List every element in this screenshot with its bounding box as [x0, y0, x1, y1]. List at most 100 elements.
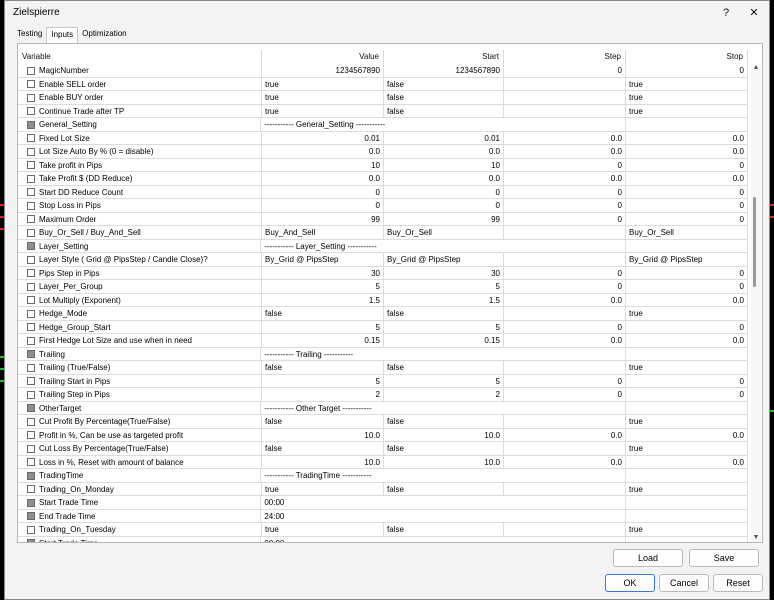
stop-cell[interactable] [626, 347, 748, 361]
table-row[interactable]: Trailing Step in Pips 2 2 0 0 [18, 388, 748, 402]
tab-testing[interactable]: Testing [13, 27, 46, 43]
start-cell[interactable]: false [384, 482, 504, 496]
stop-cell[interactable]: true [626, 91, 748, 104]
value-cell[interactable]: 0.0 [262, 145, 384, 158]
step-cell[interactable]: 0.0 [504, 131, 626, 145]
optimize-checkbox[interactable] [27, 309, 35, 318]
stop-cell[interactable]: true [626, 523, 748, 536]
step-cell[interactable]: 0 [504, 388, 626, 401]
table-row[interactable]: Loss in %, Reset with amount of balance 1… [18, 455, 748, 469]
value-cell[interactable]: 1234567890 [262, 64, 384, 77]
start-cell[interactable]: 1.5 [384, 293, 504, 307]
start-cell[interactable]: 0.01 [384, 131, 504, 145]
stop-cell[interactable] [626, 118, 748, 131]
start-cell[interactable]: 0.0 [384, 172, 504, 185]
value-cell[interactable]: By_Grid @ PipsStep [262, 253, 384, 266]
start-cell[interactable]: false [384, 91, 504, 104]
optimize-checkbox[interactable] [27, 512, 35, 520]
optimize-checkbox[interactable] [27, 107, 35, 115]
value-cell[interactable]: 10.0 [262, 455, 384, 469]
step-cell[interactable] [504, 442, 626, 455]
stop-cell[interactable] [626, 239, 748, 253]
optimize-checkbox[interactable] [27, 215, 35, 223]
table-row[interactable]: Enable SELL order true false true [18, 77, 748, 91]
stop-cell[interactable]: true [626, 442, 748, 455]
optimize-checkbox[interactable] [27, 377, 35, 385]
start-cell[interactable]: false [384, 415, 504, 428]
stop-cell[interactable]: By_Grid @ PipsStep [626, 253, 748, 266]
start-cell[interactable]: false [384, 77, 504, 91]
optimize-checkbox[interactable] [27, 147, 35, 156]
table-row[interactable]: Start Trade Time 00:00 [18, 496, 748, 510]
start-cell[interactable]: false [384, 523, 504, 536]
column-header-stop[interactable]: Stop [626, 50, 748, 64]
table-row[interactable]: Trading_On_Monday true false true [18, 482, 748, 496]
table-row[interactable]: TradingTime ----------- TradingTime -----… [18, 469, 748, 483]
start-cell[interactable]: By_Grid @ PipsStep [384, 253, 504, 266]
column-header-step[interactable]: Step [504, 50, 626, 64]
value-cell[interactable]: 10 [262, 158, 384, 172]
value-cell[interactable]: 2 [262, 388, 384, 401]
step-cell[interactable]: 0 [504, 185, 626, 199]
stop-cell[interactable] [626, 401, 748, 415]
stop-cell[interactable]: 0.0 [626, 145, 748, 158]
help-button[interactable]: ? [715, 4, 737, 22]
scrollbar-thumb[interactable] [753, 197, 756, 287]
table-row[interactable]: Trailing (True/False) false false true [18, 361, 748, 375]
table-row[interactable]: Stop Loss in Pips 0 0 0 0 [18, 199, 748, 213]
start-cell[interactable]: false [384, 442, 504, 455]
column-header-variable[interactable]: Variable [18, 50, 262, 64]
stop-cell[interactable] [626, 496, 748, 509]
step-cell[interactable]: 0 [504, 199, 626, 212]
cancel-button[interactable]: Cancel [659, 574, 709, 592]
step-cell[interactable] [504, 415, 626, 428]
optimize-checkbox[interactable] [27, 282, 35, 291]
optimize-checkbox[interactable] [27, 323, 35, 331]
step-cell[interactable] [504, 104, 626, 118]
table-row[interactable]: MagicNumber 1234567890 1234567890 0 0 [18, 64, 748, 78]
value-cell[interactable]: 00:00 [261, 536, 627, 542]
value-cell[interactable]: false [262, 442, 384, 455]
optimize-checkbox[interactable] [27, 525, 35, 534]
stop-cell[interactable]: true [626, 307, 748, 320]
start-cell[interactable]: 10.0 [384, 455, 504, 469]
step-cell[interactable] [504, 253, 626, 266]
column-header-value[interactable]: Value [262, 50, 384, 64]
stop-cell[interactable]: 0 [626, 374, 748, 388]
table-row[interactable]: First Hedge Lot Size and use when in nee… [18, 334, 748, 348]
start-cell[interactable]: 0.15 [384, 334, 504, 347]
value-cell[interactable]: false [262, 307, 384, 320]
optimize-checkbox[interactable] [27, 201, 35, 210]
optimize-checkbox[interactable] [27, 350, 35, 358]
value-cell[interactable]: true [262, 482, 384, 496]
optimize-checkbox[interactable] [27, 539, 35, 542]
table-row[interactable]: Trailing Start in Pips 5 5 0 0 [18, 374, 748, 388]
step-cell[interactable]: 0.0 [504, 172, 626, 185]
start-cell[interactable]: 99 [384, 212, 504, 226]
optimize-checkbox[interactable] [27, 431, 35, 439]
stop-cell[interactable]: true [626, 415, 748, 428]
value-cell[interactable]: 5 [262, 320, 384, 334]
step-cell[interactable] [504, 77, 626, 91]
step-cell[interactable] [504, 523, 626, 536]
step-cell[interactable]: 0.0 [504, 145, 626, 158]
load-button[interactable]: Load [613, 549, 683, 567]
step-cell[interactable]: 0 [504, 280, 626, 293]
start-cell[interactable]: 5 [384, 320, 504, 334]
value-cell[interactable]: 5 [262, 280, 384, 293]
value-cell[interactable]: ----------- Trailing ----------- [261, 347, 627, 361]
step-cell[interactable]: 0 [504, 374, 626, 388]
ok-button[interactable]: OK [605, 574, 655, 592]
optimize-checkbox[interactable] [27, 228, 35, 237]
step-cell[interactable]: 0 [504, 212, 626, 226]
close-icon[interactable]: ✕ [743, 4, 765, 22]
stop-cell[interactable]: 0 [626, 388, 748, 401]
optimize-checkbox[interactable] [27, 134, 35, 142]
start-cell[interactable]: false [384, 307, 504, 320]
table-row[interactable]: Lot Size Auto By % (0 = disable) 0.0 0.0 0.… [18, 145, 748, 159]
vertical-scrollbar[interactable]: ▲ ▼ [751, 64, 761, 542]
step-cell[interactable]: 0 [504, 266, 626, 280]
table-row[interactable]: Take profit in Pips 10 10 0 0 [18, 158, 748, 172]
step-cell[interactable] [504, 482, 626, 496]
start-cell[interactable]: 2 [384, 388, 504, 401]
